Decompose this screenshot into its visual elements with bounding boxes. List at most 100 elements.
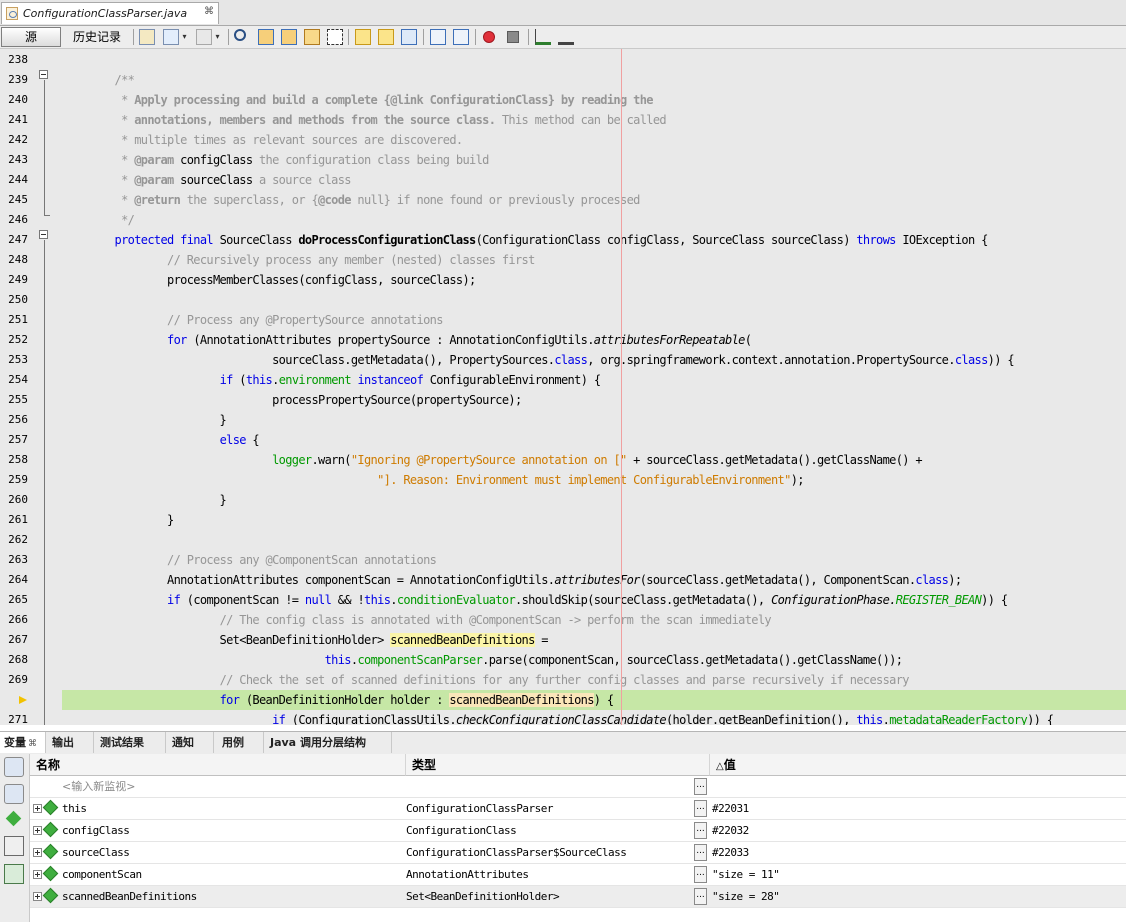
toggle-highlight-icon[interactable] (327, 29, 343, 45)
last-edit-icon[interactable] (139, 29, 155, 45)
code-line[interactable]: "]. Reason: Environment must implement C… (62, 470, 1126, 490)
line-number[interactable]: 261 (0, 510, 28, 530)
code-line[interactable]: else { (62, 430, 1126, 450)
line-number[interactable]: 245 (0, 190, 28, 210)
expand-icon[interactable] (33, 804, 42, 813)
line-number[interactable]: 249 (0, 270, 28, 290)
code-line[interactable]: /** (62, 70, 1126, 90)
line-number[interactable]: 255 (0, 390, 28, 410)
stop-macro-icon[interactable] (507, 31, 519, 43)
add-watch-icon[interactable] (4, 809, 24, 829)
code-line[interactable]: */ (62, 210, 1126, 230)
line-number[interactable]: 250 (0, 290, 28, 310)
shift-left-icon[interactable] (430, 29, 446, 45)
variable-row[interactable]: scannedBeanDefinitions Set<BeanDefinition… (30, 886, 1126, 908)
code-line[interactable]: protected final SourceClass doProcessCon… (62, 230, 1126, 250)
line-number[interactable]: 259 (0, 470, 28, 490)
variable-value[interactable]: #22032 (712, 820, 749, 842)
line-number[interactable]: 239 (0, 70, 28, 90)
uncomment-icon[interactable] (558, 29, 574, 45)
line-number[interactable]: 238 (0, 50, 28, 70)
code-line[interactable]: // Process any @PropertySource annotatio… (62, 310, 1126, 330)
line-number[interactable]: 252 (0, 330, 28, 350)
line-number[interactable]: 243 (0, 150, 28, 170)
code-line[interactable]: * annotations, members and methods from … (62, 110, 1126, 130)
code-line[interactable]: for (AnnotationAttributes propertySource… (62, 330, 1126, 350)
customize-button[interactable]: ... (694, 844, 707, 861)
forward-icon[interactable] (196, 29, 212, 45)
expand-icon[interactable] (33, 826, 42, 835)
line-number[interactable]: 267 (0, 630, 28, 650)
line-number[interactable]: 256 (0, 410, 28, 430)
find-selection-icon[interactable] (304, 29, 320, 45)
code-line[interactable]: this.componentScanParser.parse(component… (62, 650, 1126, 670)
variable-value[interactable]: "size = 11" (712, 864, 780, 886)
chevron-down-icon[interactable]: ▾ (180, 29, 189, 45)
code-line[interactable]: // The config class is annotated with @C… (62, 610, 1126, 630)
tab-java-call-hierarchy[interactable]: Java 调用分层结构 (266, 732, 392, 753)
code-line[interactable]: } (62, 410, 1126, 430)
comment-icon[interactable] (535, 29, 551, 45)
code-line-current[interactable]: for (BeanDefinitionHolder holder : scann… (62, 690, 1126, 710)
variable-value[interactable]: #22033 (712, 842, 749, 864)
code-line[interactable]: AnnotationAttributes componentScan = Ann… (62, 570, 1126, 590)
show-static-icon[interactable] (4, 784, 24, 804)
code-line[interactable]: sourceClass.getMetadata(), PropertySourc… (62, 350, 1126, 370)
line-number[interactable]: 242 (0, 130, 28, 150)
line-number[interactable]: 247 (0, 230, 28, 250)
show-variables-icon[interactable] (4, 864, 24, 884)
expand-icon[interactable] (33, 892, 42, 901)
variable-row[interactable]: configClass ConfigurationClass... #22032 (30, 820, 1126, 842)
new-watch-row[interactable]: <输入新监视> ... (30, 776, 1126, 798)
column-header-type[interactable]: 类型 (406, 754, 710, 776)
chevron-down-icon[interactable]: ▾ (213, 29, 222, 45)
expand-icon[interactable] (33, 848, 42, 857)
code-line[interactable]: if (componentScan != null && !this.condi… (62, 590, 1126, 610)
tab-notifications[interactable]: 通知 (168, 732, 214, 753)
line-number[interactable]: 265 (0, 590, 28, 610)
next-bookmark-icon[interactable] (378, 29, 394, 45)
code-line[interactable]: if (this.environment instanceof Configur… (62, 370, 1126, 390)
variable-value[interactable]: #22031 (712, 798, 749, 820)
collapse-icon[interactable] (39, 70, 48, 79)
code-line[interactable] (62, 530, 1126, 550)
line-number[interactable]: 262 (0, 530, 28, 550)
tab-test-results[interactable]: 测试结果 (96, 732, 166, 753)
code-line[interactable]: if (ConfigurationClassUtils.checkConfigu… (62, 710, 1126, 725)
close-icon[interactable]: ⌘ (28, 739, 37, 749)
code-editor[interactable]: 238 239 /** 240 * Apply processing and bui… (0, 49, 1126, 725)
variable-row[interactable]: componentScan AnnotationAttributes... "siz… (30, 864, 1126, 886)
tab-usages[interactable]: 用例 (218, 732, 264, 753)
back-icon[interactable] (163, 29, 179, 45)
line-number[interactable]: 246 (0, 210, 28, 230)
editor-tab-configurationclassparser[interactable]: ConfigurationClassParser.java ⌘ (1, 2, 219, 24)
code-line[interactable] (62, 50, 1126, 70)
previous-bookmark-icon[interactable] (355, 29, 371, 45)
variable-row[interactable]: this ConfigurationClassParser... #22031 (30, 798, 1126, 820)
start-macro-icon[interactable] (483, 31, 495, 43)
code-line[interactable]: } (62, 490, 1126, 510)
code-line[interactable]: // Recursively process any member (neste… (62, 250, 1126, 270)
evaluate-expression-icon[interactable] (4, 836, 24, 856)
toggle-bookmark-icon[interactable] (401, 29, 417, 45)
close-icon[interactable]: ⌘ (204, 6, 214, 17)
code-line[interactable]: // Process any @ComponentScan annotation… (62, 550, 1126, 570)
code-line[interactable]: * @param configClass the configuration c… (62, 150, 1126, 170)
line-number[interactable]: 260 (0, 490, 28, 510)
find-next-icon[interactable] (281, 29, 297, 45)
column-header-value[interactable]: △值 (710, 754, 1126, 776)
line-number[interactable] (0, 690, 28, 710)
line-number[interactable]: 240 (0, 90, 28, 110)
code-line[interactable] (62, 290, 1126, 310)
code-line[interactable]: logger.warn("Ignoring @PropertySource an… (62, 450, 1126, 470)
customize-button[interactable]: ... (694, 778, 707, 795)
line-number[interactable]: 248 (0, 250, 28, 270)
code-line[interactable]: * multiple times as relevant sources are… (62, 130, 1126, 150)
expand-icon[interactable] (33, 870, 42, 879)
customize-button[interactable]: ... (694, 800, 707, 817)
line-number[interactable]: 253 (0, 350, 28, 370)
search-icon[interactable] (234, 29, 246, 41)
line-number[interactable]: 254 (0, 370, 28, 390)
line-number[interactable]: 258 (0, 450, 28, 470)
line-number[interactable]: 251 (0, 310, 28, 330)
